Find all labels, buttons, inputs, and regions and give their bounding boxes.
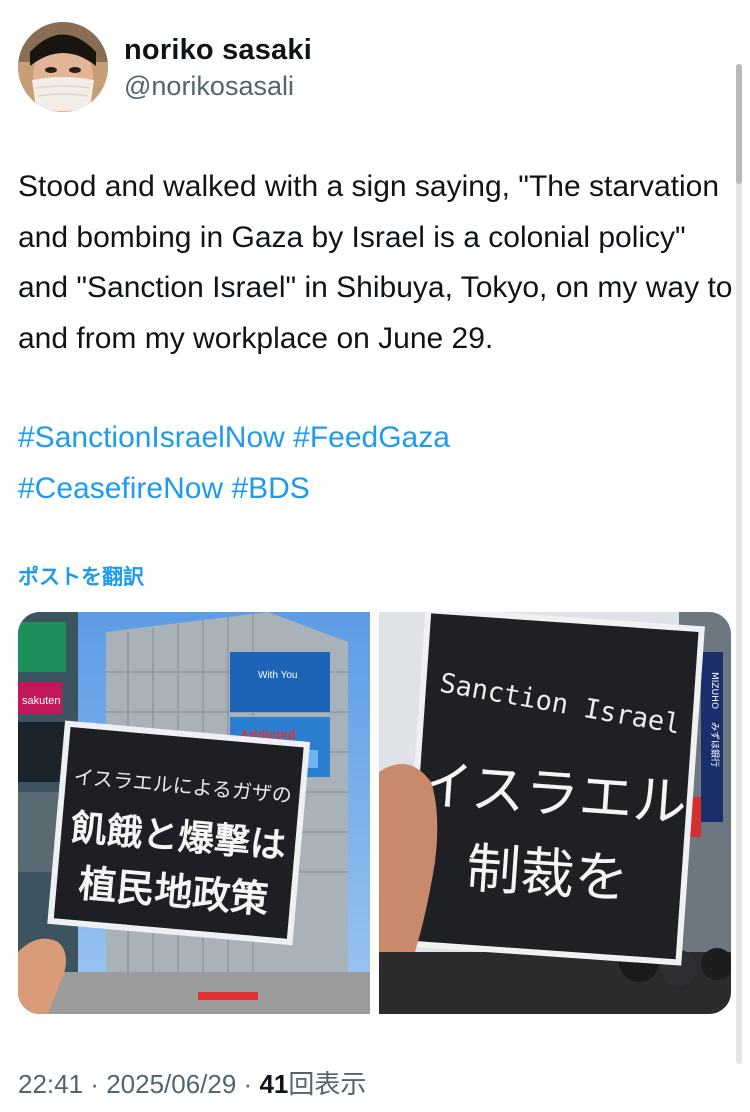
hashtag-feed-gaza[interactable]: #FeedGaza: [293, 421, 450, 454]
bank-brand-text: MIZUHO: [709, 672, 719, 709]
bank-sign-text: みずほ銀行: [709, 722, 721, 767]
hashtags: #SanctionIsraelNow #FeedGaza #CeasefireN…: [18, 413, 734, 514]
meta-separator: ·: [236, 1069, 260, 1099]
scrollbar[interactable]: [736, 64, 742, 1064]
display-name[interactable]: noriko sasaki: [124, 34, 312, 67]
view-count-label: 回表示: [288, 1069, 367, 1099]
tweet-time[interactable]: 22:41: [18, 1069, 83, 1099]
tweet-date[interactable]: 2025/06/29: [106, 1069, 236, 1099]
tweet-meta: 22:41 · 2025/06/29 · 41回表示: [18, 1064, 366, 1101]
hashtag-sanction-israel-now[interactable]: #SanctionIsraelNow: [18, 421, 285, 454]
photo-right[interactable]: MIZUHO みずほ銀行 Sanction Israel イスラエル 制裁を: [379, 612, 731, 1014]
hashtag-bds[interactable]: #BDS: [231, 472, 309, 505]
photo-left[interactable]: sakuten With You Addicted イスラエルによるガザの 飢餓…: [18, 612, 370, 1014]
tweet-text: Stood and walked with a sign saying, "Th…: [18, 170, 733, 355]
user-handle[interactable]: @norikosasali: [124, 71, 294, 102]
sign-line-2: 制裁を: [464, 837, 630, 911]
translate-post-link[interactable]: ポストを翻訳: [18, 561, 144, 591]
shop-sign-text: sakuten: [22, 695, 61, 707]
avatar[interactable]: [18, 22, 108, 112]
hashtag-ceasefire-now[interactable]: #CeasefireNow: [18, 472, 223, 505]
screen-text: With You: [258, 670, 297, 681]
scrollbar-thumb[interactable]: [736, 64, 742, 184]
view-count: 41: [259, 1069, 289, 1099]
meta-separator: ·: [83, 1069, 107, 1099]
